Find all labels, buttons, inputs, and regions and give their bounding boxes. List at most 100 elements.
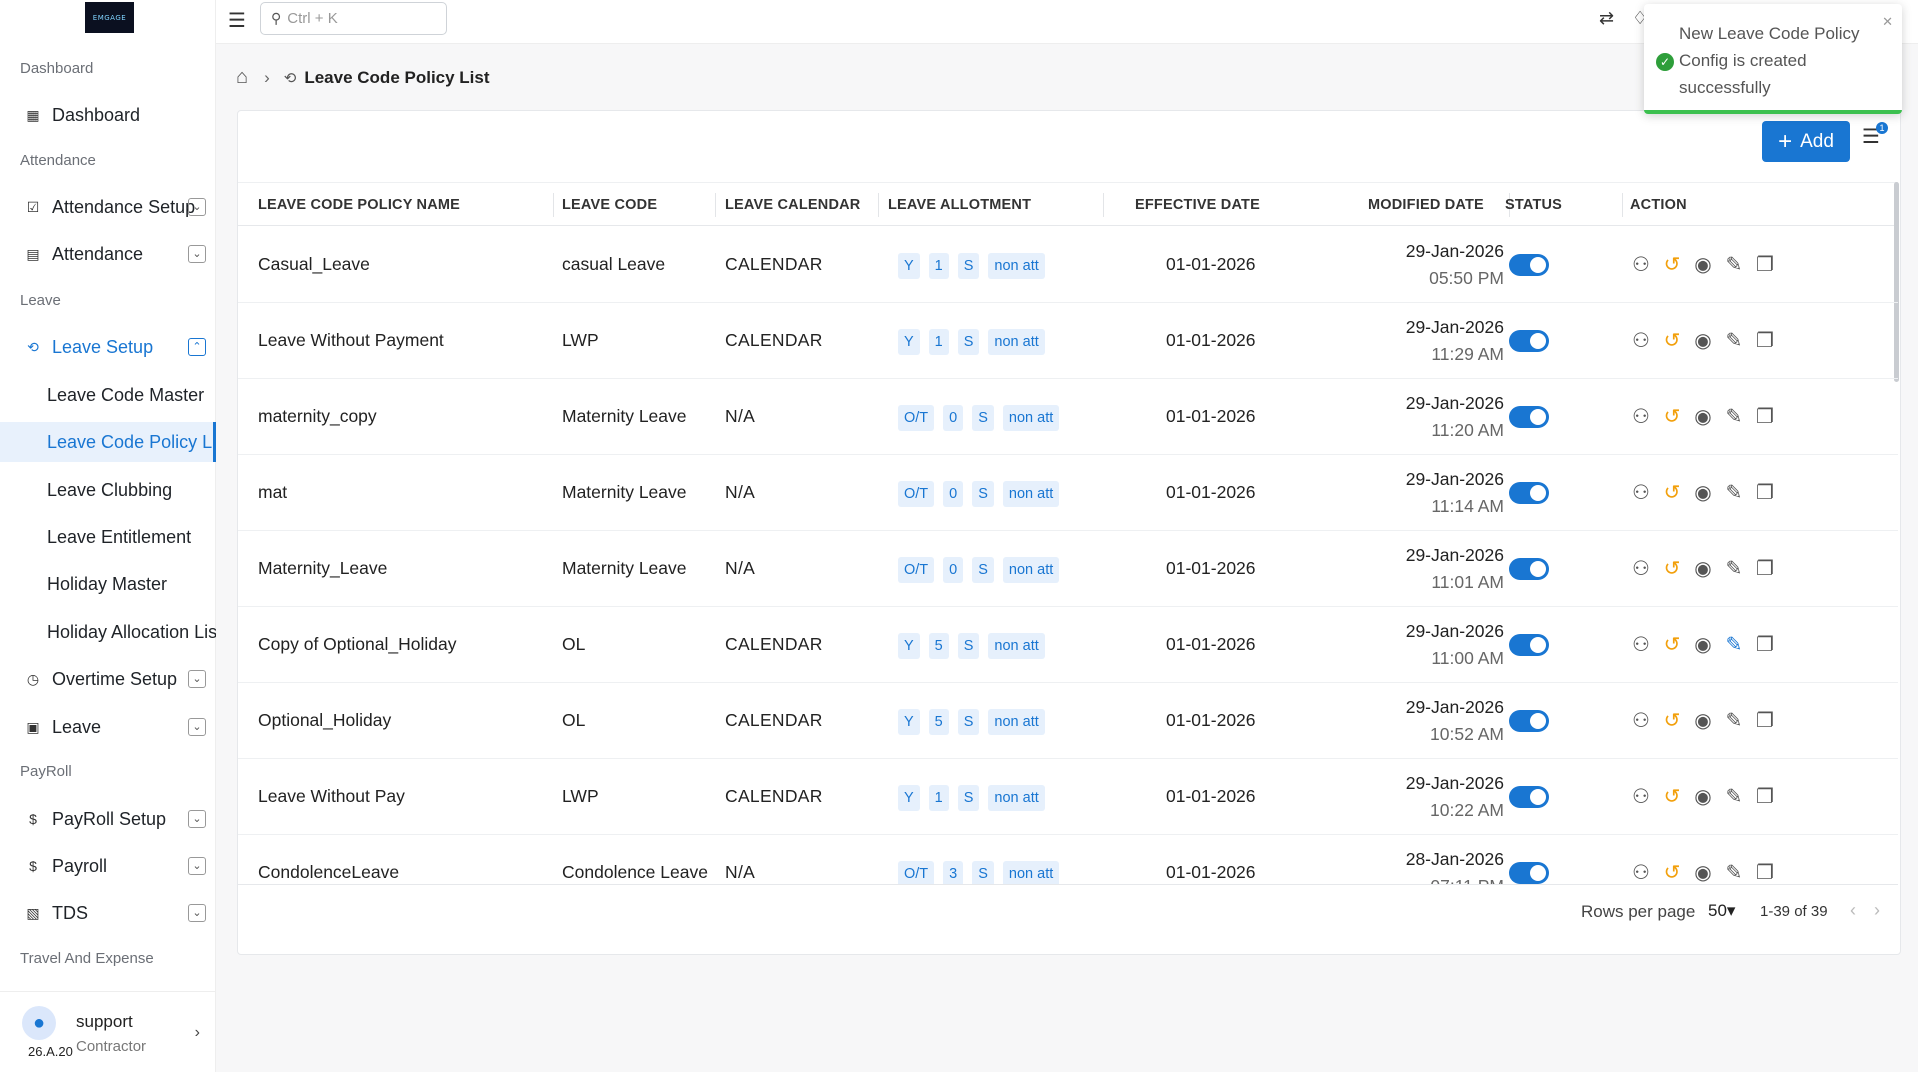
view-icon[interactable]: ◉ [1692, 860, 1714, 884]
col-header-effective[interactable]: EFFECTIVE DATE [1135, 197, 1260, 213]
history-icon[interactable]: ↺ [1661, 556, 1683, 581]
chevron-down-icon[interactable]: ⌄ [188, 245, 206, 263]
view-icon[interactable]: ◉ [1692, 708, 1714, 733]
status-toggle[interactable] [1509, 862, 1549, 884]
view-icon[interactable]: ◉ [1692, 328, 1714, 353]
edit-icon[interactable]: ✎ [1723, 252, 1745, 277]
history-icon[interactable]: ↺ [1661, 708, 1683, 733]
copy-icon[interactable]: ❐ [1754, 784, 1776, 809]
sidebar-subitem-leave-entitlement[interactable]: Leave Entitlement [0, 517, 216, 557]
status-toggle[interactable] [1509, 406, 1549, 428]
edit-icon[interactable]: ✎ [1723, 860, 1745, 884]
sidebar-item-tds[interactable]: ▧ TDS ⌄ [0, 893, 216, 933]
history-icon[interactable]: ↺ [1661, 404, 1683, 429]
assign-users-icon[interactable]: ⚇ [1630, 860, 1652, 884]
copy-icon[interactable]: ❐ [1754, 556, 1776, 581]
copy-icon[interactable]: ❐ [1754, 328, 1776, 353]
assign-users-icon[interactable]: ⚇ [1630, 784, 1652, 809]
status-toggle[interactable] [1509, 634, 1549, 656]
view-icon[interactable]: ◉ [1692, 632, 1714, 657]
sidebar-item-payroll[interactable]: $ Payroll ⌄ [0, 846, 216, 886]
chevron-down-icon[interactable]: ⌄ [188, 670, 206, 688]
sidebar-item-attendance-setup[interactable]: ☑ Attendance Setup ⌄ [0, 187, 216, 227]
add-button[interactable]: + Add [1762, 121, 1850, 162]
chevron-down-icon[interactable]: ⌄ [188, 718, 206, 736]
view-icon[interactable]: ◉ [1692, 252, 1714, 277]
history-icon[interactable]: ↺ [1661, 860, 1683, 884]
history-icon[interactable]: ↺ [1661, 632, 1683, 657]
status-toggle[interactable] [1509, 482, 1549, 504]
status-toggle[interactable] [1509, 330, 1549, 352]
next-page-icon[interactable]: › [1874, 900, 1880, 921]
view-icon[interactable]: ◉ [1692, 556, 1714, 581]
sidebar-subitem-holiday-master[interactable]: Holiday Master [0, 564, 216, 604]
avatar[interactable]: ● [22, 1006, 56, 1040]
col-header-code[interactable]: LEAVE CODE [562, 197, 657, 213]
menu-toggle-icon[interactable]: ☰ [228, 8, 246, 33]
translate-icon[interactable]: ⇄ [1599, 8, 1614, 29]
chevron-down-icon[interactable]: ⌄ [188, 810, 206, 828]
column-divider[interactable] [715, 193, 716, 217]
history-icon[interactable]: ↺ [1661, 252, 1683, 277]
view-icon[interactable]: ◉ [1692, 404, 1714, 429]
assign-users-icon[interactable]: ⚇ [1630, 556, 1652, 581]
sidebar-item-payroll-setup[interactable]: $ PayRoll Setup ⌄ [0, 799, 216, 839]
edit-icon[interactable]: ✎ [1723, 708, 1745, 733]
status-toggle[interactable] [1509, 710, 1549, 732]
sidebar-subitem-holiday-allocation-list[interactable]: Holiday Allocation List [0, 612, 216, 652]
sidebar-subitem-leave-code-master[interactable]: Leave Code Master [0, 375, 216, 415]
status-toggle[interactable] [1509, 254, 1549, 276]
assign-users-icon[interactable]: ⚇ [1630, 252, 1652, 277]
chevron-down-icon[interactable]: ⌄ [188, 904, 206, 922]
assign-users-icon[interactable]: ⚇ [1630, 632, 1652, 657]
view-icon[interactable]: ◉ [1692, 784, 1714, 809]
copy-icon[interactable]: ❐ [1754, 708, 1776, 733]
copy-icon[interactable]: ❐ [1754, 252, 1776, 277]
copy-icon[interactable]: ❐ [1754, 860, 1776, 884]
column-divider[interactable] [553, 193, 554, 217]
copy-icon[interactable]: ❐ [1754, 404, 1776, 429]
sidebar-item-leave[interactable]: ▣ Leave ⌄ [0, 707, 216, 747]
edit-icon[interactable]: ✎ [1723, 328, 1745, 353]
edit-icon[interactable]: ✎ [1723, 556, 1745, 581]
sidebar-item-dashboard[interactable]: ▦ Dashboard [0, 95, 216, 135]
col-header-calendar[interactable]: LEAVE CALENDAR [725, 197, 860, 213]
col-header-status[interactable]: STATUS [1505, 197, 1562, 213]
column-divider[interactable] [1103, 193, 1104, 217]
status-toggle[interactable] [1509, 786, 1549, 808]
copy-icon[interactable]: ❐ [1754, 632, 1776, 657]
edit-icon[interactable]: ✎ [1723, 404, 1745, 429]
chevron-down-icon[interactable]: ⌄ [188, 198, 206, 216]
assign-users-icon[interactable]: ⚇ [1630, 404, 1652, 429]
sidebar-subitem-leave-clubbing[interactable]: Leave Clubbing [0, 470, 216, 510]
edit-icon[interactable]: ✎ [1723, 784, 1745, 809]
sidebar-item-attendance[interactable]: ▤ Attendance ⌄ [0, 234, 216, 274]
edit-icon[interactable]: ✎ [1723, 480, 1745, 505]
home-icon[interactable]: ⌂ [236, 66, 248, 89]
col-header-modified[interactable]: MODIFIED DATE [1368, 197, 1484, 213]
close-icon[interactable]: ✕ [1882, 14, 1893, 30]
chevron-down-icon[interactable]: ⌄ [188, 857, 206, 875]
copy-icon[interactable]: ❐ [1754, 480, 1776, 505]
edit-icon[interactable]: ✎ [1723, 632, 1745, 657]
assign-users-icon[interactable]: ⚇ [1630, 708, 1652, 733]
chevron-right-icon[interactable]: › [195, 1024, 200, 1042]
previous-page-icon[interactable]: ‹ [1850, 900, 1856, 921]
company-logo[interactable]: EMGAGE [85, 2, 134, 33]
status-toggle[interactable] [1509, 558, 1549, 580]
history-icon[interactable]: ↺ [1661, 328, 1683, 353]
chevron-up-icon[interactable]: ⌃ [188, 338, 206, 356]
col-header-name[interactable]: LEAVE CODE POLICY NAME [258, 197, 460, 213]
view-icon[interactable]: ◉ [1692, 480, 1714, 505]
sidebar-subitem-leave-code-policy-list[interactable]: Leave Code Policy List [0, 422, 216, 462]
assign-users-icon[interactable]: ⚇ [1630, 480, 1652, 505]
history-icon[interactable]: ↺ [1661, 784, 1683, 809]
col-header-allotment[interactable]: LEAVE ALLOTMENT [888, 197, 1031, 213]
sidebar-item-overtime-setup[interactable]: ◷ Overtime Setup ⌄ [0, 659, 216, 699]
assign-users-icon[interactable]: ⚇ [1630, 328, 1652, 353]
sidebar-item-leave-setup[interactable]: ⟲ Leave Setup ⌃ [0, 327, 216, 367]
rows-per-page-select[interactable]: 50▾ [1708, 901, 1735, 921]
column-divider[interactable] [878, 193, 879, 217]
column-divider[interactable] [1622, 193, 1623, 217]
user-profile[interactable]: ● support 26.A.20 Contractor › [0, 991, 216, 1072]
